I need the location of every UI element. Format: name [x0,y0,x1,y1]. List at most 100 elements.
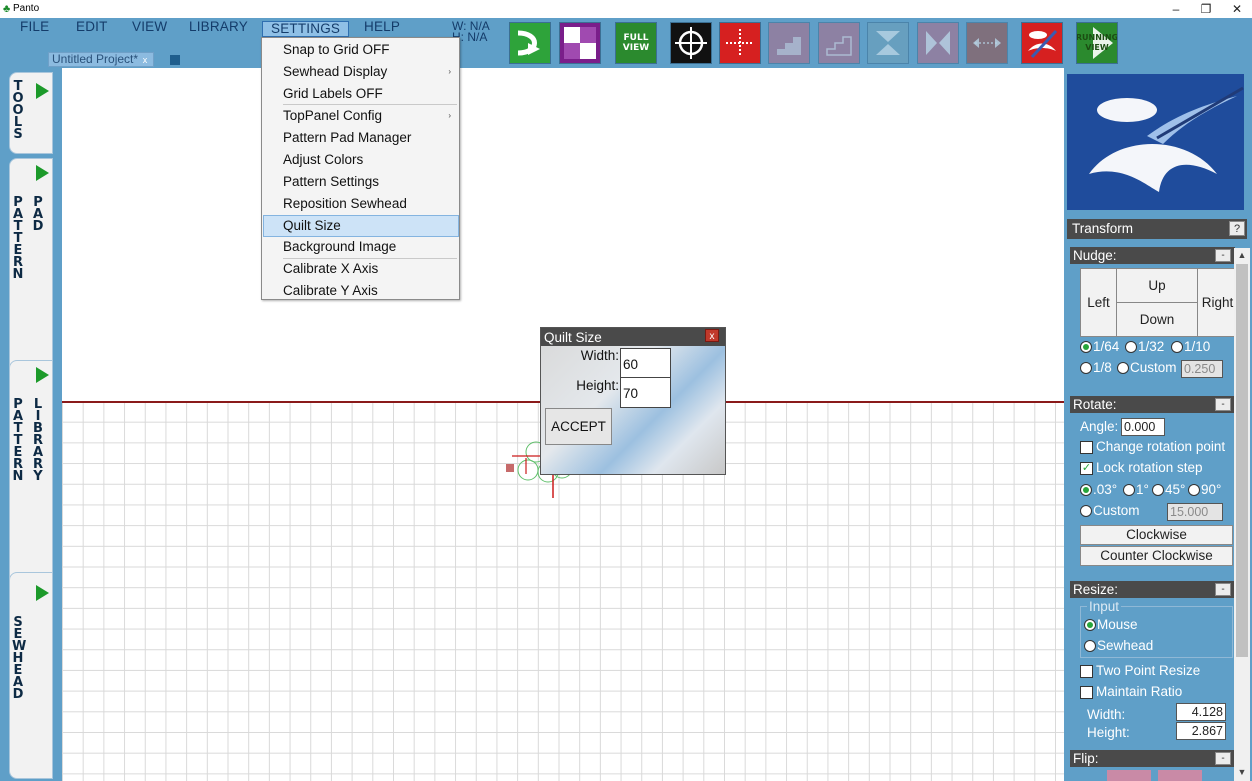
redo-arrow-button[interactable] [509,22,551,64]
clockwise-button[interactable]: Clockwise [1080,525,1233,545]
width-input[interactable]: 60 [620,348,671,379]
rotate-collapse-button[interactable]: - [1215,398,1231,411]
counter-clockwise-button[interactable]: Counter Clockwise [1080,546,1233,566]
flip-collapse-button[interactable]: - [1215,752,1231,765]
resize-mouse-radio[interactable] [1084,619,1096,631]
menu-grid-labels[interactable]: Grid Labels OFF [263,83,459,105]
resize-sewhead-radio[interactable] [1084,640,1096,652]
stretch-button[interactable] [966,22,1008,64]
nudge-left-button[interactable]: Left [1081,269,1117,336]
target-cross-icon [726,29,754,57]
rotate-45-radio[interactable] [1152,484,1164,496]
resize-width-label: Width: [1087,707,1126,722]
project-tab[interactable]: Untitled Project* x [48,52,155,67]
menu-help[interactable]: HELP [364,19,400,34]
project-color-swatch[interactable] [170,55,180,65]
change-rotation-point-checkbox[interactable] [1080,441,1093,454]
lock-rotation-step-label: Lock rotation step [1096,460,1203,475]
nudge-1-32-radio[interactable] [1125,341,1137,353]
two-point-resize-checkbox[interactable] [1080,665,1093,678]
height-label: Height: [576,378,619,393]
rotate-03-radio[interactable] [1080,484,1092,496]
running-view-button[interactable]: RUNNING VIEW [1076,22,1118,64]
resize-height-input[interactable]: 2.867 [1176,722,1226,740]
menu-quilt-size[interactable]: Quilt Size [263,215,459,237]
menu-settings[interactable]: SETTINGS [262,21,350,37]
tools-tab[interactable]: TOOLS [9,72,53,154]
height-input[interactable]: 70 [620,377,671,408]
maximize-button[interactable]: ❐ [1191,0,1221,18]
menu-background-image[interactable]: Background Image [263,236,459,258]
menu-file[interactable]: FILE [20,19,49,34]
rotate-1-label: 1° [1136,482,1149,497]
nudge-up-button[interactable]: Up [1117,269,1197,303]
stairs-outline-button[interactable] [818,22,860,64]
scroll-down-icon[interactable]: ▼ [1234,765,1250,779]
help-button[interactable]: ? [1229,221,1245,236]
tools-tab-label: TOOLS [12,79,24,142]
flip-horizontal-button[interactable] [1158,770,1202,781]
sewhead-tab[interactable]: SEWHEAD [9,572,53,779]
curved-arrow-icon [517,30,540,56]
origin-button[interactable] [719,22,761,64]
pattern-library-label-1: PATTERN [12,397,24,484]
rotate-custom-radio[interactable] [1080,505,1092,517]
menu-sewhead-display[interactable]: Sewhead Display › [263,61,459,83]
close-window-button[interactable]: ✕ [1222,0,1252,18]
nudge-1-64-radio[interactable] [1080,341,1092,353]
menu-toppanel-config[interactable]: TopPanel Config › [263,105,459,127]
menu-view[interactable]: VIEW [132,19,167,34]
menu-edit[interactable]: EDIT [76,19,108,34]
menu-pattern-pad-manager[interactable]: Pattern Pad Manager [263,127,459,149]
nudge-header: Nudge: - [1070,247,1235,264]
expand-arrow-icon [36,367,49,383]
menu-snap-to-grid[interactable]: Snap to Grid OFF [263,39,459,61]
menu-calibrate-x[interactable]: Calibrate X Axis [263,258,459,280]
nudge-1-8-radio[interactable] [1080,362,1092,374]
nudge-custom-radio[interactable] [1117,362,1129,374]
checker-icon [564,27,596,59]
flip-vertical-button[interactable] [867,22,909,64]
menu-pattern-settings[interactable]: Pattern Settings [263,171,459,193]
select-pattern-button[interactable] [559,22,601,64]
rotate-header: Rotate: - [1070,396,1235,413]
stairs-outline-icon [826,36,852,56]
resize-width-input[interactable]: 4.128 [1176,703,1226,721]
menu-adjust-colors[interactable]: Adjust Colors [263,149,459,171]
minimize-button[interactable]: – [1161,0,1191,18]
scrollbar-thumb[interactable] [1236,264,1248,657]
angle-input[interactable]: 0.000 [1121,418,1165,436]
nudge-custom-input[interactable]: 0.250 [1181,360,1223,378]
resize-header: Resize: - [1070,581,1235,598]
rotate-1-radio[interactable] [1123,484,1135,496]
menu-reposition-sewhead[interactable]: Reposition Sewhead [263,193,459,215]
resize-height-label: Height: [1087,725,1130,740]
nudge-collapse-button[interactable]: - [1215,249,1231,262]
rotate-90-radio[interactable] [1188,484,1200,496]
menu-library[interactable]: LIBRARY [189,19,248,34]
rotate-custom-input[interactable]: 15.000 [1167,503,1223,521]
crosshair-icon [675,27,707,59]
flip-horizontal-button[interactable] [917,22,959,64]
nudge-1-64-label: 1/64 [1093,339,1120,354]
nudge-down-button[interactable]: Down [1117,303,1197,336]
rotate-45-label: 45° [1165,482,1186,497]
close-icon[interactable]: x [705,329,719,342]
flip-vertical-button[interactable] [1107,770,1151,781]
stairs-button[interactable] [768,22,810,64]
menu-calibrate-y[interactable]: Calibrate Y Axis [263,280,459,302]
full-view-button[interactable]: FULL VIEW [615,22,657,64]
width-label: Width: [580,348,619,363]
input-group-label: Input [1087,599,1122,614]
scroll-up-icon[interactable]: ▲ [1234,248,1250,262]
nudge-right-button[interactable]: Right [1197,269,1237,336]
rotate-90-label: 90° [1201,482,1222,497]
resize-collapse-button[interactable]: - [1215,583,1231,596]
quilter-logo-button[interactable] [1021,22,1063,64]
maintain-ratio-checkbox[interactable] [1080,686,1093,699]
nudge-1-10-radio[interactable] [1171,341,1183,353]
accept-button[interactable]: ACCEPT [545,408,612,445]
crosshair-button[interactable] [670,22,712,64]
close-icon[interactable]: x [140,55,150,65]
lock-rotation-step-checkbox[interactable]: ✓ [1080,462,1093,475]
